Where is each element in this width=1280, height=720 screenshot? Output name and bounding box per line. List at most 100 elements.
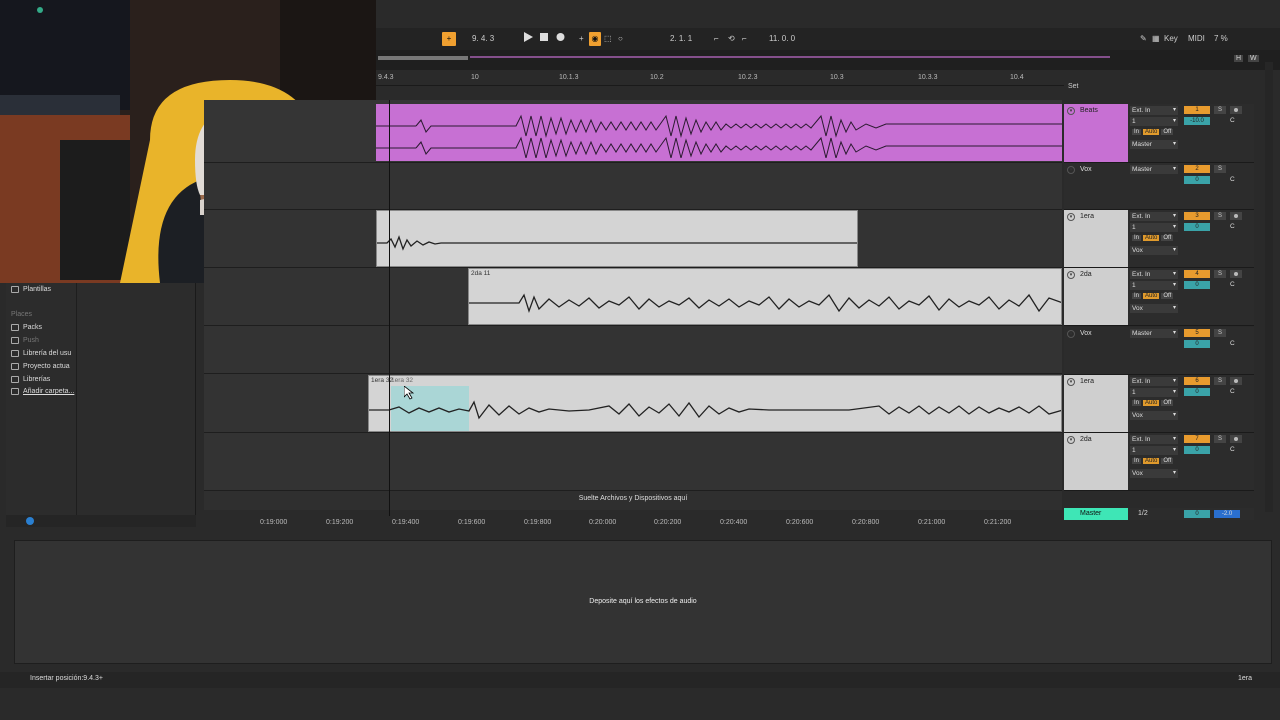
browser-item-current-project[interactable]: Proyecto actua xyxy=(11,363,70,370)
track-header[interactable]: ▾ 2daExt. In 1 In Auto Off Vox 4S0 C xyxy=(1064,268,1254,326)
browser-item-user-library[interactable]: Librería del usu xyxy=(11,350,71,357)
arm-button[interactable] xyxy=(1230,106,1242,114)
solo-button[interactable]: S xyxy=(1214,435,1226,443)
loop-icon[interactable]: ⟲ xyxy=(728,32,738,46)
follow-button[interactable]: + xyxy=(442,32,456,46)
track-header[interactable]: ▾ 1eraExt. In1 In Auto OffVox6S0C xyxy=(1064,375,1254,433)
monitor-off[interactable]: Off xyxy=(1161,400,1174,406)
lane-2da-2[interactable] xyxy=(204,433,1062,491)
monitor-auto[interactable]: Auto xyxy=(1143,129,1160,135)
monitor-off[interactable]: Off xyxy=(1161,235,1174,241)
keyboard-icon[interactable]: ▦ xyxy=(1152,32,1162,46)
monitor-switch[interactable]: In Auto Off xyxy=(1132,400,1174,406)
solo-button[interactable]: S xyxy=(1214,377,1226,385)
midi-map-button[interactable]: MIDI xyxy=(1188,32,1210,46)
track-activator[interactable]: 6 xyxy=(1184,377,1210,385)
track-name-tab[interactable]: ▾ 2da xyxy=(1064,433,1128,490)
output-select[interactable]: Vox xyxy=(1130,411,1178,420)
playhead[interactable] xyxy=(389,100,390,530)
input-type-select[interactable]: Ext. In xyxy=(1130,212,1178,221)
input-type-select[interactable]: Ext. In xyxy=(1130,435,1178,444)
record-icon[interactable] xyxy=(556,32,566,46)
lane-vox-group-2[interactable] xyxy=(204,326,1062,374)
pan-field[interactable]: C xyxy=(1230,340,1235,347)
input-channel-select[interactable]: 1 xyxy=(1130,281,1178,290)
fold-icon[interactable]: ▾ xyxy=(1067,436,1075,444)
monitor-auto[interactable]: Auto xyxy=(1143,400,1160,406)
track-header[interactable]: ▾ VoxMaster2S0C xyxy=(1064,163,1254,210)
track-name-tab[interactable]: ▾ 2da xyxy=(1064,268,1128,325)
track-activator[interactable]: 7 xyxy=(1184,435,1210,443)
pan-field[interactable]: C xyxy=(1230,388,1235,395)
output-select[interactable]: Master xyxy=(1130,165,1178,174)
solo-button[interactable]: S xyxy=(1214,270,1226,278)
monitor-off[interactable]: Off xyxy=(1161,293,1174,299)
browser-item-plantillas[interactable]: Plantillas xyxy=(11,286,51,293)
arrangement-overview[interactable]: H W xyxy=(376,50,1280,70)
device-panel[interactable]: Deposite aquí los efectos de audio xyxy=(14,540,1272,664)
fold-icon[interactable]: ▾ xyxy=(1067,271,1075,279)
pan-field[interactable]: C xyxy=(1230,281,1235,288)
output-select[interactable]: Master xyxy=(1130,329,1178,338)
volume-field[interactable]: 0 xyxy=(1184,281,1210,289)
track-name-tab[interactable]: ▾ 1era xyxy=(1064,375,1128,432)
output-select[interactable]: Vox xyxy=(1130,469,1178,478)
arm-button[interactable] xyxy=(1230,377,1242,385)
volume-field[interactable]: 0 xyxy=(1184,223,1210,231)
track-name-tab[interactable]: ▾ Vox xyxy=(1064,163,1128,209)
overdub-icon[interactable]: + xyxy=(579,32,589,46)
clip-1era-top[interactable] xyxy=(376,210,858,267)
track-activator[interactable]: 4 xyxy=(1184,270,1210,278)
volume-field[interactable]: -10.0 xyxy=(1184,117,1210,125)
lane-beats[interactable] xyxy=(204,100,1062,163)
browser-item-packs[interactable]: Packs xyxy=(11,324,42,331)
volume-field[interactable]: 0 xyxy=(1184,176,1210,184)
monitor-in[interactable]: In xyxy=(1132,129,1142,135)
monitor-switch[interactable]: In Auto Off xyxy=(1132,129,1174,135)
track-activator[interactable]: 5 xyxy=(1184,329,1210,337)
punch-out-icon[interactable]: ⌐ xyxy=(742,32,752,46)
fold-icon[interactable]: ▾ xyxy=(1067,166,1075,174)
master-volume[interactable]: 0 xyxy=(1184,510,1210,518)
add-folder-link[interactable]: Añadir carpeta... xyxy=(11,388,74,395)
monitor-in[interactable]: In xyxy=(1132,458,1142,464)
selected-track-label[interactable]: 1era xyxy=(1238,675,1252,682)
volume-field[interactable]: 0 xyxy=(1184,388,1210,396)
vertical-scrollbar[interactable] xyxy=(1265,62,1273,512)
volume-field[interactable]: 0 xyxy=(1184,446,1210,454)
track-header[interactable]: ▾ VoxMaster5S0C xyxy=(1064,327,1254,375)
solo-button[interactable]: S xyxy=(1214,329,1226,337)
automation-arm-icon[interactable]: ◉ xyxy=(589,32,601,46)
input-channel-select[interactable]: 1 xyxy=(1130,388,1178,397)
fold-icon[interactable]: ▾ xyxy=(1067,213,1075,221)
pan-field[interactable]: C xyxy=(1230,117,1235,124)
monitor-off[interactable]: Off xyxy=(1161,458,1174,464)
lane-1era-2[interactable]: 1era 32 1era 32 xyxy=(204,374,1062,433)
solo-button[interactable]: S xyxy=(1214,165,1226,173)
track-header[interactable]: ▾ BeatsExt. In1 In Auto OffMaster1S-10.0… xyxy=(1064,104,1254,163)
input-channel-select[interactable]: 1 xyxy=(1130,117,1178,126)
clip-beats[interactable] xyxy=(376,104,1062,161)
pan-field[interactable]: C xyxy=(1230,446,1235,453)
lane-1era[interactable] xyxy=(204,210,1062,268)
master-signature[interactable]: 1/2 xyxy=(1138,510,1148,517)
time-ruler[interactable]: 0:19:000 0:19:200 0:19:400 0:19:600 0:19… xyxy=(204,516,1062,530)
output-select[interactable]: Vox xyxy=(1130,304,1178,313)
input-type-select[interactable]: Ext. In xyxy=(1130,106,1178,115)
draw-mode-icon[interactable]: ✎ xyxy=(1140,32,1150,46)
monitor-auto[interactable]: Auto xyxy=(1143,235,1160,241)
monitor-in[interactable]: In xyxy=(1132,293,1142,299)
arrangement-view[interactable]: 2da 11 1era 32 1era 32 xyxy=(204,100,1062,510)
lane-vox-group[interactable] xyxy=(204,163,1062,210)
fold-icon[interactable]: ▾ xyxy=(1067,378,1075,386)
monitor-auto[interactable]: Auto xyxy=(1143,293,1160,299)
input-channel-select[interactable]: 1 xyxy=(1130,223,1178,232)
h-toggle[interactable]: H xyxy=(1234,55,1244,62)
track-header[interactable]: ▾ 1eraExt. In1 In Auto OffVox3S0C xyxy=(1064,210,1254,268)
lane-2da[interactable]: 2da 11 xyxy=(204,268,1062,326)
solo-button[interactable]: S xyxy=(1214,212,1226,220)
track-name-tab[interactable]: ▾ 1era xyxy=(1064,210,1128,267)
drop-files-zone[interactable]: Suelte Archivos y Dispositivos aquí xyxy=(204,492,1062,506)
loop-start-field[interactable]: 2. 1. 1 xyxy=(670,32,714,46)
input-type-select[interactable]: Ext. In xyxy=(1130,270,1178,279)
